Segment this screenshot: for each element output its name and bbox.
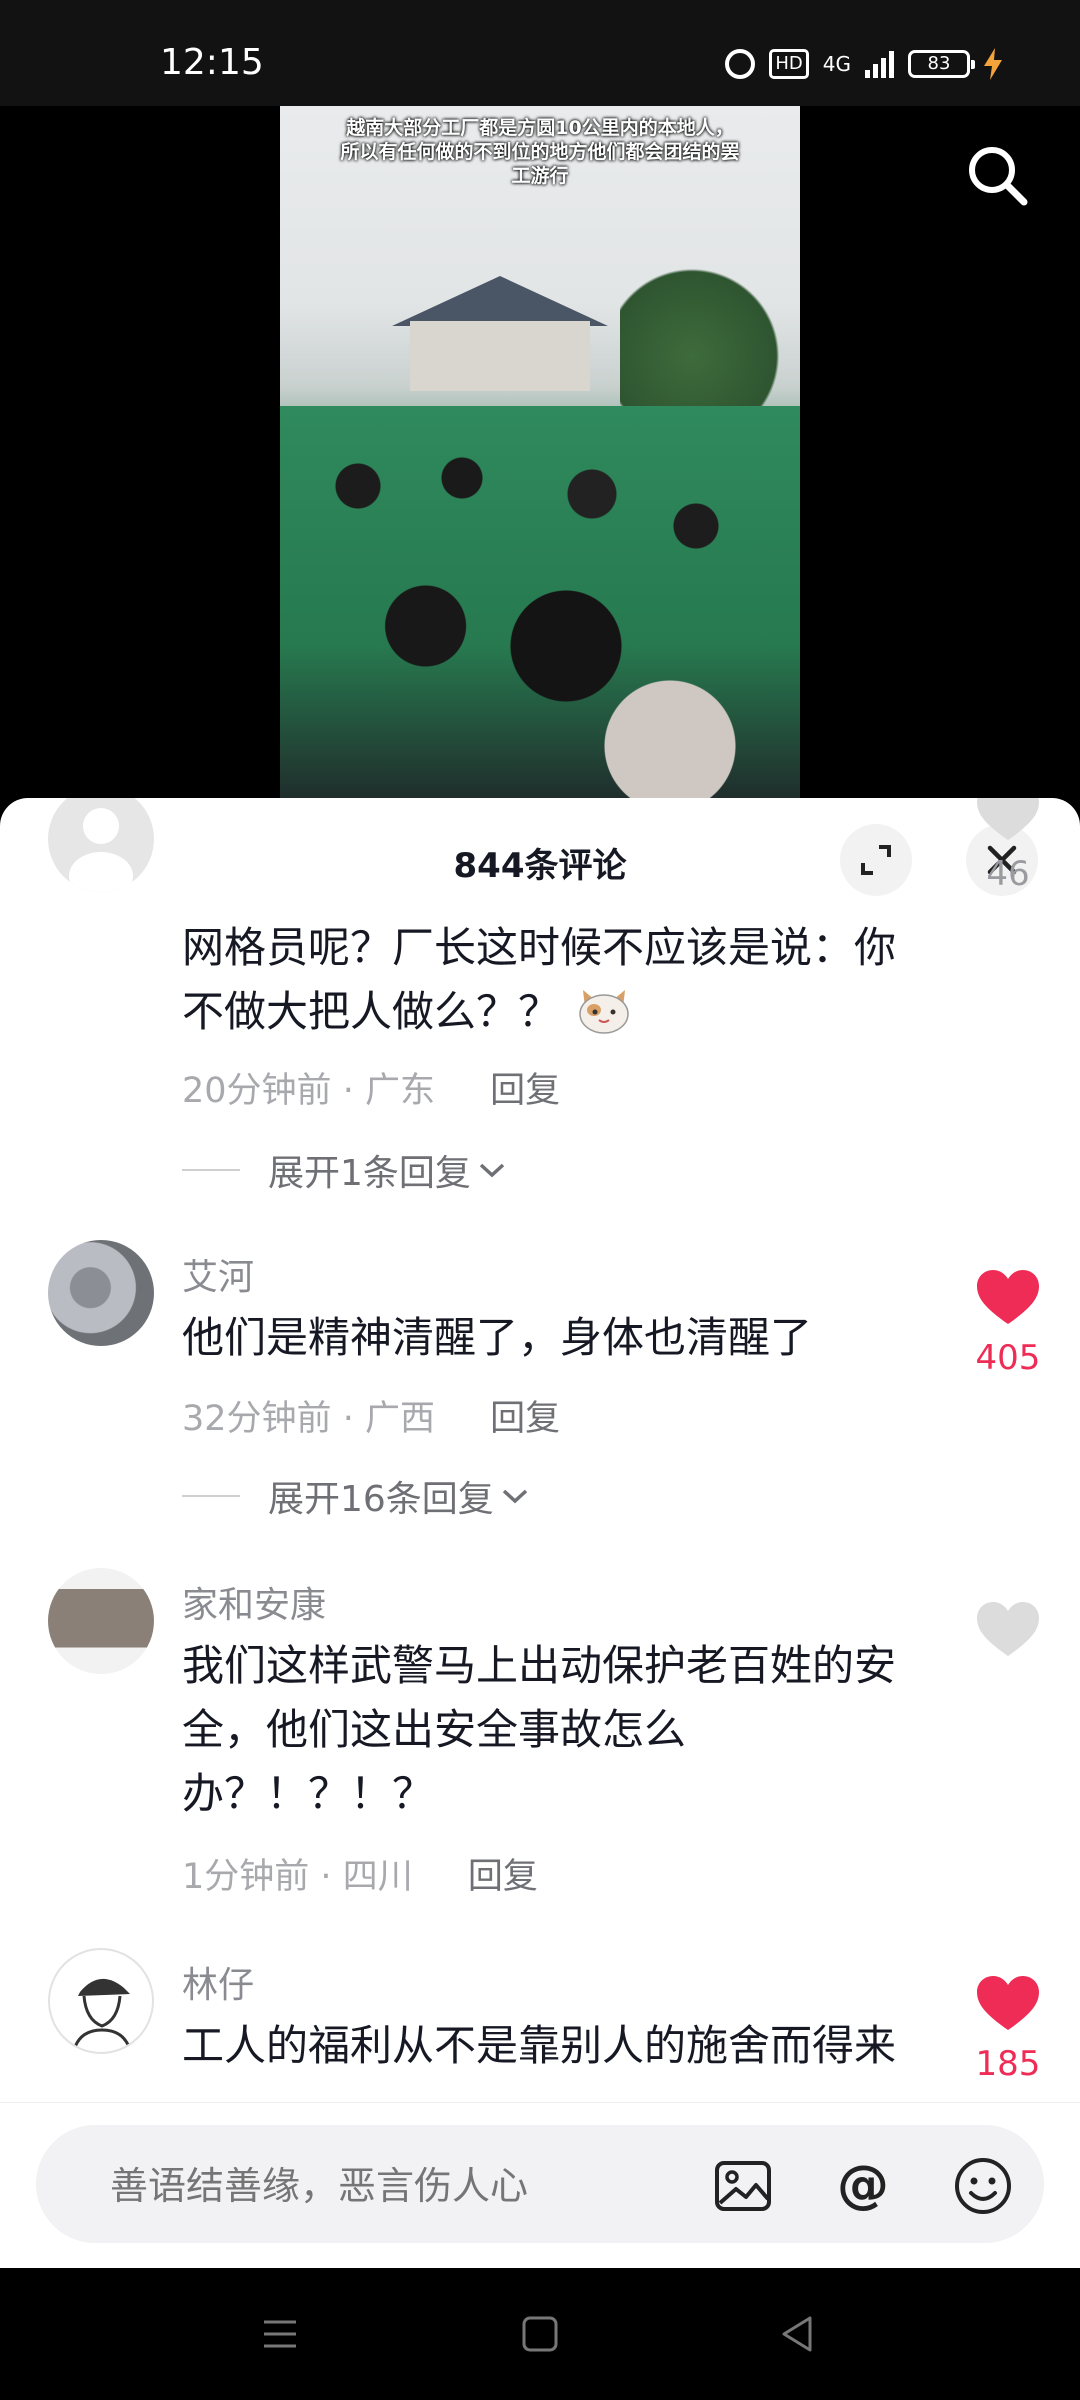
heart-filled-icon (977, 1976, 1039, 2030)
heart-icon (977, 1602, 1039, 1656)
alarm-icon (725, 49, 756, 79)
system-nav-bar (0, 2268, 1080, 2400)
status-icons: HD 4G 83 (725, 48, 1002, 80)
like-button[interactable]: 185 (970, 1976, 1046, 2084)
separator-dot: · (342, 1399, 365, 1439)
comments-sheet: 844条评论 46 网格员呢？厂长这时候不应该是说：你不做大把人做么？？ 20分… (0, 798, 1080, 2268)
comment-meta: 1分钟前 · 四川 回复 (182, 1848, 538, 1899)
comment-meta: 20分钟前 · 广东 回复 (182, 1062, 560, 1113)
avatar[interactable] (48, 1240, 154, 1346)
comment-text: 网格员呢？厂长这时候不应该是说：你不做大把人做么？？ (182, 916, 912, 1044)
image-icon[interactable] (712, 2155, 774, 2217)
comment-text: 工人的福利从不是靠别人的施舍而得来 (182, 2021, 897, 2070)
like-count: 405 (975, 1338, 1041, 1378)
comment-input[interactable] (108, 2163, 712, 2209)
status-bar: 12:15 HD 4G 83 (0, 0, 1080, 106)
battery-icon: 83 (908, 50, 975, 78)
comment-username[interactable]: 家和安康 (182, 1576, 326, 1628)
expand-sheet-button[interactable] (840, 824, 912, 896)
home-icon[interactable] (518, 2312, 562, 2356)
charging-icon (984, 48, 1002, 80)
heart-filled-icon (977, 1270, 1039, 1324)
back-icon[interactable] (776, 2312, 820, 2356)
comment-input-container[interactable]: @ (36, 2125, 1044, 2243)
like-button[interactable]: 405 (970, 1270, 1046, 1378)
signal-icon (865, 50, 894, 78)
menu-icon[interactable] (258, 2312, 302, 2356)
mention-icon[interactable]: @ (832, 2155, 894, 2217)
expand-replies-label: 展开16条回复 (268, 1479, 494, 1520)
video-frame[interactable]: 越南大部分工厂都是方圆10公里内的本地人，所以有任何做的不到位的地方他们都会团结… (280, 106, 800, 806)
comment-meta: 32分钟前 · 广西 回复 (182, 1390, 560, 1441)
cap-portrait-icon (72, 1978, 132, 2051)
comment-time: 20分钟前 (182, 1071, 332, 1111)
video-scene-roof (392, 276, 608, 326)
like-button[interactable]: 46 (970, 798, 1046, 894)
video-scene-building (410, 321, 590, 391)
chevron-down-icon (479, 1163, 505, 1178)
separator-dot: · (320, 1857, 343, 1897)
status-time: 12:15 (160, 42, 264, 83)
cat-emoji (579, 990, 630, 1034)
search-icon[interactable] (962, 140, 1032, 210)
network-type-icon: 4G (822, 52, 851, 76)
avatar[interactable] (48, 1568, 154, 1674)
comment-location: 广东 (364, 1071, 435, 1111)
comment-text: 他们是精神清醒了，身体也清醒了 (182, 1313, 813, 1362)
video-player[interactable]: 越南大部分工厂都是方圆10公里内的本地人，所以有任何做的不到位的地方他们都会团结… (0, 106, 1080, 806)
comment-location: 广西 (364, 1399, 435, 1439)
video-caption: 越南大部分工厂都是方圆10公里内的本地人，所以有任何做的不到位的地方他们都会团结… (340, 117, 740, 187)
like-count: 185 (975, 2044, 1041, 2084)
comment-time: 32分钟前 (182, 1399, 332, 1439)
svg-text:@: @ (837, 2155, 889, 2215)
video-scene-crowd (280, 406, 800, 806)
like-button[interactable] (970, 1602, 1046, 1658)
emoji-icon[interactable] (952, 2155, 1014, 2217)
video-scene-trees (620, 266, 800, 416)
comment-location: 四川 (342, 1857, 413, 1897)
expand-replies-label: 展开1条回复 (268, 1153, 471, 1194)
comment-time: 1分钟前 (182, 1857, 310, 1897)
comment-username[interactable]: 艾河 (182, 1248, 254, 1300)
chevron-down-icon (502, 1489, 527, 1504)
comments-count-title: 844条评论 (453, 846, 627, 886)
reply-button[interactable]: 回复 (490, 1399, 560, 1439)
avatar[interactable] (48, 1948, 154, 2054)
comment-input-bar: @ (0, 2102, 1080, 2269)
expand-replies-button[interactable]: 展开1条回复 (182, 1144, 507, 1196)
reply-button[interactable]: 回复 (490, 1071, 560, 1111)
separator-dot: · (342, 1071, 365, 1111)
divider-line (182, 1495, 240, 1497)
reply-button[interactable]: 回复 (468, 1857, 538, 1897)
expand-icon (861, 845, 891, 875)
comment-username[interactable]: 林仔 (182, 1956, 254, 2008)
heart-icon (977, 798, 1039, 840)
divider-line (182, 1169, 240, 1171)
like-count: 46 (986, 854, 1030, 894)
comment-text: 我们这样武警马上出动保护老百姓的安全，他们这出安全事故怎么办？！？！？ (182, 1641, 897, 1818)
hd-icon: HD (769, 49, 809, 79)
expand-replies-button[interactable]: 展开16条回复 (182, 1470, 530, 1522)
comment-text-content: 网格员呢？厂长这时候不应该是说：你不做大把人做么？？ (182, 923, 897, 1036)
